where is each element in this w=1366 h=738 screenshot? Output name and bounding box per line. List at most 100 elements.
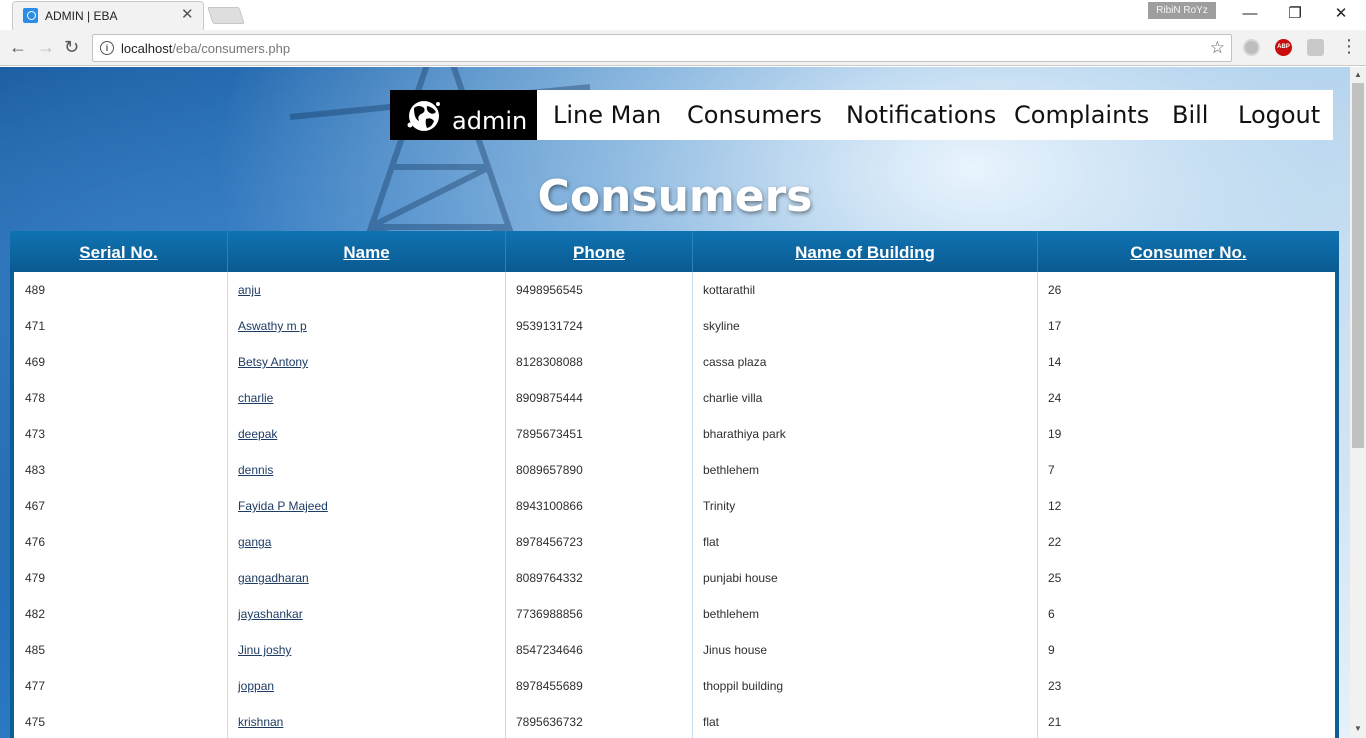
cell-phone: 8978455689 xyxy=(506,668,693,704)
cell-name: joppan xyxy=(228,668,506,704)
cell-name-link[interactable]: deepak xyxy=(238,427,277,441)
tab-close-icon[interactable]: ✕ xyxy=(181,6,194,24)
cell-name: deepak xyxy=(228,416,506,452)
shield-extension-icon[interactable] xyxy=(1307,39,1324,56)
bookmark-star-icon[interactable]: ☆ xyxy=(1210,38,1225,58)
cell-name: anju xyxy=(228,272,506,308)
nav-link-line-man[interactable]: Line Man xyxy=(553,101,661,129)
consumers-table: Serial No. Name Phone Name of Building C… xyxy=(10,231,1339,738)
scroll-thumb[interactable] xyxy=(1352,83,1364,448)
url-text[interactable]: localhost/eba/consumers.php xyxy=(121,41,290,56)
browser-menu-icon[interactable]: ⋮ xyxy=(1340,36,1358,57)
cell-name-link[interactable]: Betsy Antony xyxy=(238,355,308,369)
cell-serial: 475 xyxy=(10,704,228,738)
table-row: 473 deepak 7895673451 bharathiya park 19 xyxy=(10,416,1339,452)
column-header-name[interactable]: Name xyxy=(228,231,506,272)
cell-name-link[interactable]: gangadharan xyxy=(238,571,309,585)
profile-badge[interactable]: RibiN RoYz xyxy=(1148,2,1216,19)
minimize-window-button[interactable]: — xyxy=(1230,4,1270,24)
new-tab-button[interactable] xyxy=(207,7,245,24)
cell-serial: 483 xyxy=(10,452,228,488)
back-arrow-icon[interactable]: ← xyxy=(9,37,27,57)
cell-serial: 489 xyxy=(10,272,228,308)
cell-consumer-no: 26 xyxy=(1048,283,1062,297)
table-body: 489 anju 9498956545 kottarathil 26 471 Aswathy… xyxy=(10,272,1339,738)
cell-building: bethlehem xyxy=(693,596,1038,632)
cell-name-link[interactable]: Aswathy m p xyxy=(238,319,307,333)
cell-consumer-no: 22 xyxy=(1048,535,1062,549)
column-header-building[interactable]: Name of Building xyxy=(693,231,1038,272)
cell-name-link[interactable]: jayashankar xyxy=(238,607,303,621)
address-bar[interactable]: i localhost/eba/consumers.php ☆ xyxy=(92,34,1232,62)
cell-name-link[interactable]: joppan xyxy=(238,679,274,693)
nav-link-bill[interactable]: Bill xyxy=(1172,101,1208,129)
nav-link-consumers[interactable]: Consumers xyxy=(687,101,822,129)
browser-tabstrip: ADMIN | EBA ✕ RibiN RoYz — ❐ ✕ xyxy=(0,0,1366,30)
cell-building: charlie villa xyxy=(693,380,1038,416)
cell-name-link[interactable]: ganga xyxy=(238,535,271,549)
brand-logo[interactable]: admin xyxy=(390,90,537,140)
cell-name-link[interactable]: anju xyxy=(238,283,261,297)
scroll-up-icon[interactable]: ▲ xyxy=(1354,70,1362,79)
brand-text: admin xyxy=(452,107,528,135)
cell-phone: 7895673451 xyxy=(506,416,693,452)
cell-building: flat xyxy=(693,524,1038,560)
restore-window-button[interactable]: ❐ xyxy=(1275,4,1315,24)
cell-building: bharathiya park xyxy=(693,416,1038,452)
nav-link-complaints[interactable]: Complaints xyxy=(1014,101,1149,129)
cell-name: ganga xyxy=(228,524,506,560)
cell-consumer-no: 17 xyxy=(1048,319,1062,333)
close-window-button[interactable]: ✕ xyxy=(1321,4,1361,24)
cell-building: Trinity xyxy=(693,488,1038,524)
adblock-extension-icon[interactable]: ABP xyxy=(1275,39,1292,56)
table-row: 467 Fayida P Majeed 8943100866 Trinity 12 xyxy=(10,488,1339,524)
cell-serial: 478 xyxy=(10,380,228,416)
cell-consumer-no: 6 xyxy=(1048,607,1055,621)
cell-phone: 8128308088 xyxy=(506,344,693,380)
browser-tab[interactable]: ADMIN | EBA ✕ xyxy=(12,1,204,30)
cell-consumer-no: 24 xyxy=(1048,391,1062,405)
cell-phone: 7895636732 xyxy=(506,704,693,738)
cell-building: bethlehem xyxy=(693,452,1038,488)
cell-building: kottarathil xyxy=(693,272,1038,308)
cell-building: punjabi house xyxy=(693,560,1038,596)
nav-link-notifications[interactable]: Notifications xyxy=(846,101,996,129)
reload-icon[interactable]: ↻ xyxy=(64,37,79,57)
column-header-phone[interactable]: Phone xyxy=(506,231,693,272)
column-header-consumer-no[interactable]: Consumer No. xyxy=(1038,231,1339,272)
page-viewport: admin Line Man Consumers Notifications C… xyxy=(0,67,1350,738)
table-row: 469 Betsy Antony 8128308088 cassa plaza 14 xyxy=(10,344,1339,380)
column-header-serial[interactable]: Serial No. xyxy=(10,231,228,272)
cell-name: Jinu joshy xyxy=(228,632,506,668)
cell-name: Aswathy m p xyxy=(228,308,506,344)
cell-serial: 471 xyxy=(10,308,228,344)
cell-name-link[interactable]: Jinu joshy xyxy=(238,643,291,657)
table-row: 489 anju 9498956545 kottarathil 26 xyxy=(10,272,1339,308)
table-row: 475 krishnan 7895636732 flat 21 xyxy=(10,704,1339,738)
cell-name-link[interactable]: Fayida P Majeed xyxy=(238,499,328,513)
cell-phone: 8547234646 xyxy=(506,632,693,668)
nav-link-logout[interactable]: Logout xyxy=(1238,101,1320,129)
cell-name: gangadharan xyxy=(228,560,506,596)
cell-consumer-no: 12 xyxy=(1048,499,1062,513)
table-row: 478 charlie 8909875444 charlie villa 24 xyxy=(10,380,1339,416)
table-header: Serial No. Name Phone Name of Building C… xyxy=(10,231,1339,272)
cell-serial: 482 xyxy=(10,596,228,632)
table-row: 471 Aswathy m p 9539131724 skyline 17 xyxy=(10,308,1339,344)
globe-extension-icon[interactable] xyxy=(1243,39,1260,56)
cell-consumer-no: 25 xyxy=(1048,571,1062,585)
forward-arrow-icon[interactable]: → xyxy=(37,37,55,57)
cell-name: jayashankar xyxy=(228,596,506,632)
vertical-scrollbar[interactable]: ▲ ▼ xyxy=(1350,67,1366,738)
table-row: 477 joppan 8978455689 thoppil building 23 xyxy=(10,668,1339,704)
cell-name-link[interactable]: krishnan xyxy=(238,715,283,729)
cell-serial: 476 xyxy=(10,524,228,560)
cell-phone: 8978456723 xyxy=(506,524,693,560)
cell-phone: 8943100866 xyxy=(506,488,693,524)
scroll-down-icon[interactable]: ▼ xyxy=(1354,724,1362,733)
cell-name-link[interactable]: dennis xyxy=(238,463,273,477)
cell-phone: 9498956545 xyxy=(506,272,693,308)
browser-toolbar: ← → ↻ i localhost/eba/consumers.php ☆ AB… xyxy=(0,30,1366,66)
info-icon[interactable]: i xyxy=(100,41,114,55)
cell-name-link[interactable]: charlie xyxy=(238,391,273,405)
